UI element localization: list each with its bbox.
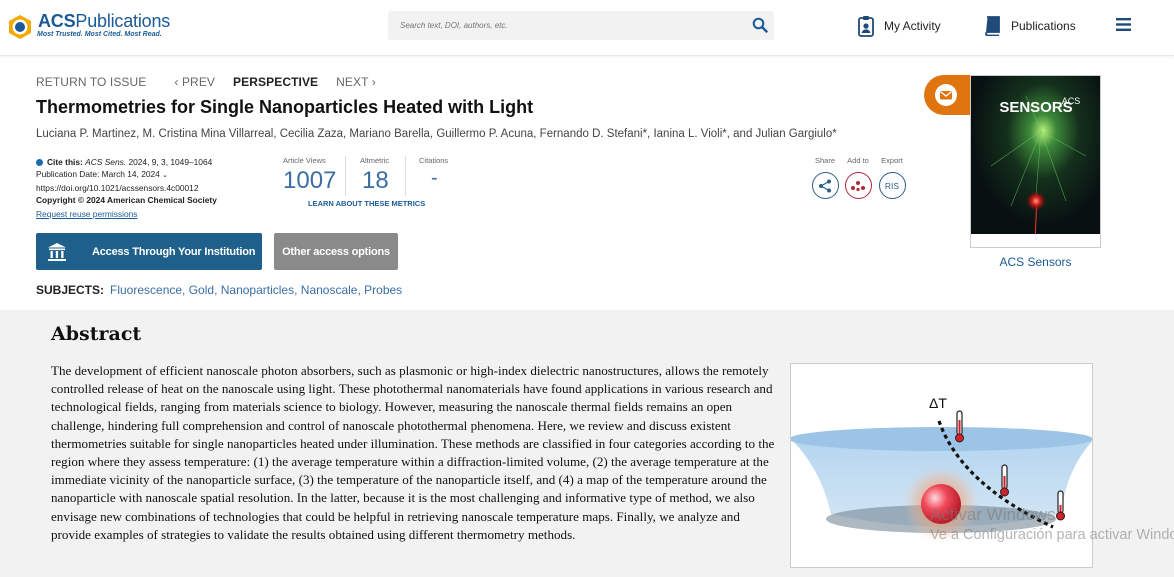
acs-logo[interactable]: ACSPublications Most Trusted. Most Cited… — [6, 11, 170, 43]
journal-cover-image: ACS SENSORS — [971, 76, 1100, 247]
article-tools: Share Add to Export RIS — [810, 156, 910, 206]
add-to-label: Add to — [847, 156, 869, 165]
reuse-permissions-link[interactable]: Request reuse permissions — [36, 208, 217, 220]
publications-button[interactable]: Publications — [983, 14, 1076, 38]
delta-t-label: ΔT — [929, 395, 947, 411]
add-to-button[interactable] — [844, 172, 872, 199]
next-link[interactable]: NEXT › — [336, 75, 376, 89]
publications-label: Publications — [1011, 19, 1076, 33]
chevron-down-icon: ⌄ — [162, 172, 169, 179]
site-header: ACSPublications Most Trusted. Most Cited… — [0, 0, 1174, 56]
share-label: Share — [814, 156, 835, 165]
metric-divider — [405, 156, 406, 196]
subjects-label: SUBJECTS: — [36, 283, 105, 297]
thermometer-icon — [955, 410, 964, 443]
views-metric: Article Views 1007 — [283, 156, 336, 195]
subject-tags[interactable]: Fluorescence, Gold, Nanoparticles, Nanos… — [110, 283, 402, 297]
brand-name: ACSPublications — [38, 11, 171, 31]
altmetric-metric[interactable]: Altmetric 18 — [360, 156, 389, 195]
journal-name-link[interactable]: ACS Sensors — [972, 255, 1099, 269]
article-title: Thermometries for Single Nanoparticles H… — [36, 97, 534, 117]
hamburger-menu-icon[interactable] — [1116, 18, 1131, 31]
article-type: PERSPECTIVE — [233, 75, 319, 89]
acs-hexagon-icon — [9, 15, 31, 39]
metric-divider — [345, 156, 346, 196]
article-navigation: RETURN TO ISSUE ‹ PREV PERSPECTIVE NEXT … — [36, 75, 404, 89]
activity-icon — [858, 16, 874, 37]
export-label: Export — [881, 156, 903, 165]
thermometer-icon — [1000, 464, 1009, 497]
citations-metric: Citations - — [419, 156, 448, 190]
cite-line[interactable]: Cite this: ACS Sens. 2024, 9, 3, 1049–10… — [36, 156, 217, 168]
my-activity-label: My Activity — [884, 19, 941, 33]
access-institution-label: Access Through Your Institution — [92, 245, 256, 258]
envelope-icon — [935, 84, 957, 106]
learn-metrics-link[interactable]: LEARN ABOUT THESE METRICS — [308, 199, 425, 208]
copyright-text: Copyright © 2024 American Chemical Socie… — [36, 195, 217, 205]
return-to-issue-link[interactable]: RETURN TO ISSUE — [36, 75, 146, 89]
doi-link[interactable]: https://doi.org/10.1021/acssensors.4c000… — [36, 182, 217, 194]
author-list[interactable]: Luciana P. Martinez, M. Cristina Mina Vi… — [36, 128, 837, 140]
prev-link[interactable]: ‹ PREV — [174, 75, 215, 89]
search-icon[interactable] — [752, 17, 768, 33]
citation-block: Cite this: ACS Sens. 2024, 9, 3, 1049–10… — [36, 156, 217, 220]
brand-tagline: Most Trusted. Most Cited. Most Read. — [37, 31, 162, 38]
views-label: Article Views — [283, 156, 326, 165]
altmetric-value: 18 — [362, 167, 389, 194]
watermark-line-1: Activar Windows — [930, 505, 1056, 524]
search-input[interactable] — [388, 11, 738, 40]
book-icon — [985, 16, 1000, 36]
other-access-button[interactable]: Other access options — [274, 233, 398, 270]
journal-cover[interactable]: ACS SENSORS — [970, 75, 1101, 248]
share-tool: Share — [810, 156, 840, 199]
cover-title-text: SENSORS — [999, 99, 1072, 116]
add-to-tool: Add to — [843, 156, 873, 199]
export-tool: Export RIS — [877, 156, 907, 199]
my-activity-button[interactable]: My Activity — [858, 14, 941, 38]
altmetric-label: Altmetric — [360, 156, 390, 165]
mendeley-icon — [851, 180, 865, 191]
watermark-line-2: Ve a Configuración para activar Windows. — [930, 527, 1174, 543]
abstract-heading: Abstract — [51, 323, 142, 345]
institution-icon — [48, 242, 66, 261]
cite-icon — [36, 159, 43, 166]
views-value: 1007 — [283, 167, 337, 194]
export-ris-button[interactable]: RIS — [878, 172, 906, 199]
subjects-row: SUBJECTS: Fluorescence, Gold, Nanoparticl… — [36, 283, 402, 297]
publication-date[interactable]: Publication Date: March 14, 2024 ⌄ — [36, 168, 217, 182]
abstract-text: The development of efficient nanoscale p… — [51, 363, 775, 542]
search-box — [388, 11, 774, 40]
citations-value: - — [431, 167, 438, 189]
windows-activation-watermark: Activar Windows Ve a Configuración para … — [930, 504, 1174, 546]
citations-label: Citations — [419, 156, 449, 165]
share-button[interactable] — [811, 172, 839, 199]
share-icon — [819, 179, 831, 192]
access-institution-button[interactable]: Access Through Your Institution — [36, 233, 262, 270]
email-alerts-button[interactable] — [924, 75, 970, 115]
